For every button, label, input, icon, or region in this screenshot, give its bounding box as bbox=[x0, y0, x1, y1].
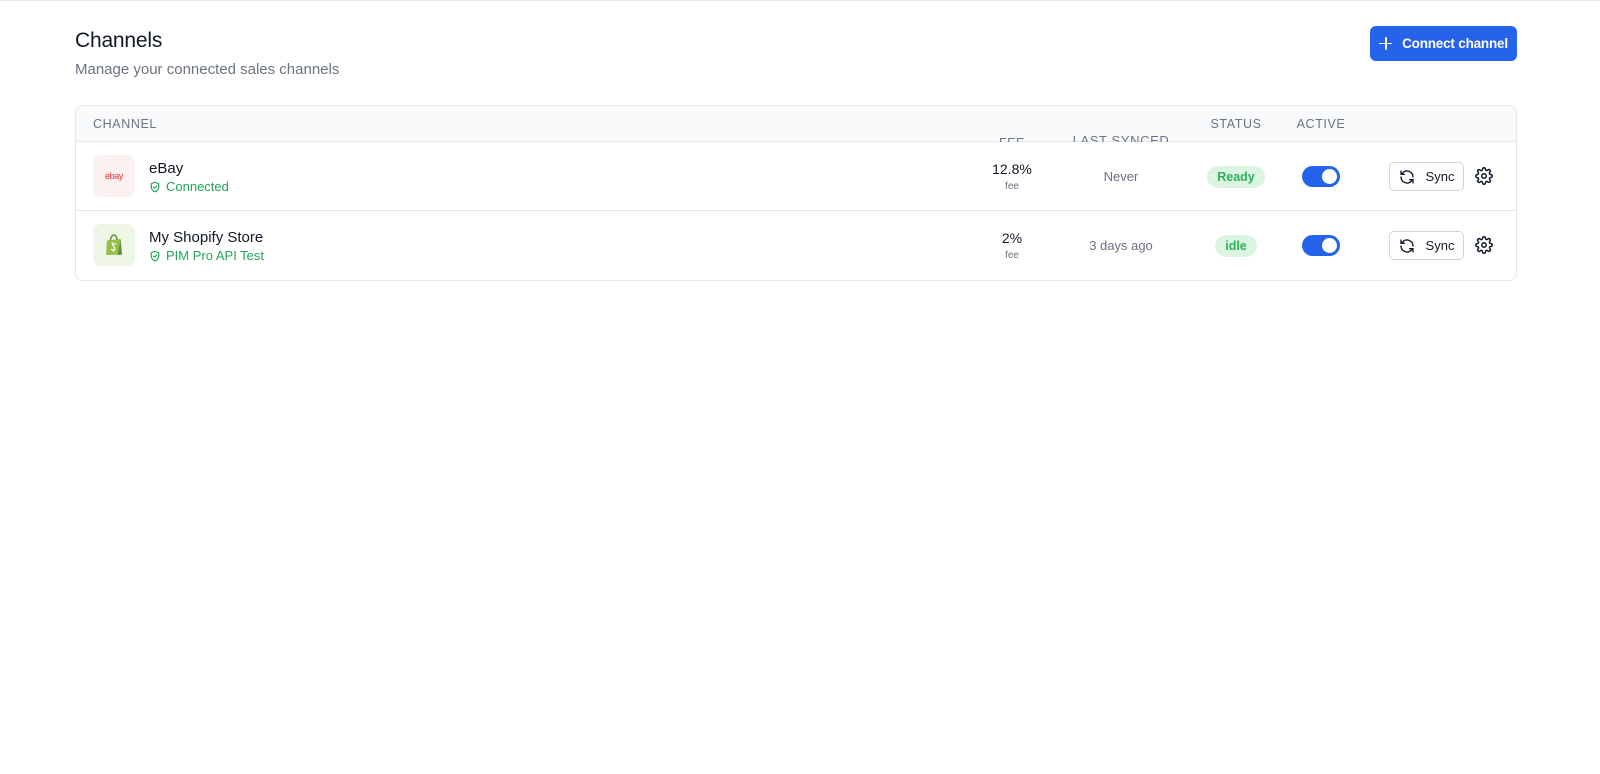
table-row: My Shopify Store PIM Pro API Test 2% fee… bbox=[76, 211, 1516, 280]
status-badge: idle bbox=[1215, 234, 1257, 257]
fee-cell: 12.8% fee bbox=[986, 161, 1038, 192]
last-synced: Never bbox=[1103, 169, 1139, 184]
plus-icon bbox=[1379, 37, 1393, 50]
sync-label: Sync bbox=[1425, 238, 1455, 253]
toggle-knob bbox=[1322, 238, 1337, 253]
fee-cell: 2% fee bbox=[986, 230, 1038, 261]
shopify-logo bbox=[93, 224, 135, 266]
sync-button[interactable]: Sync bbox=[1389, 231, 1464, 260]
shopify-bag-icon bbox=[106, 234, 122, 255]
sync-button[interactable]: Sync bbox=[1389, 162, 1464, 191]
channel-subtitle-text: Connected bbox=[166, 179, 229, 194]
page-subtitle: Manage your connected sales channels bbox=[75, 61, 340, 78]
fee-label: fee bbox=[1005, 250, 1019, 261]
last-synced: 3 days ago bbox=[1089, 238, 1153, 253]
channel-subtitle-text: PIM Pro API Test bbox=[166, 248, 265, 263]
channel-name: eBay bbox=[149, 160, 184, 177]
fee-value: 2% bbox=[1001, 230, 1023, 246]
column-header-channel: Channel bbox=[93, 117, 157, 131]
gear-icon[interactable] bbox=[1475, 167, 1493, 185]
shield-check-icon bbox=[150, 181, 160, 192]
status-cell: idle bbox=[1196, 211, 1276, 280]
fee-value: 12.8% bbox=[992, 161, 1032, 177]
fee-label: fee bbox=[1005, 181, 1019, 192]
ebay-logo: ebay bbox=[93, 155, 135, 197]
channel-name: My Shopify Store bbox=[149, 229, 264, 246]
ebay-logo-text: ebay bbox=[105, 171, 123, 181]
page-header: Channels Manage your connected sales cha… bbox=[75, 0, 1517, 104]
table-header: Channel Fee Last synced Status Active bbox=[76, 106, 1516, 150]
table-row: ebay eBay Connected 12.8% fee Never Read… bbox=[76, 142, 1516, 211]
active-toggle[interactable] bbox=[1302, 235, 1340, 256]
column-header-active: Active bbox=[1296, 117, 1346, 131]
active-toggle[interactable] bbox=[1302, 166, 1340, 187]
channel-subtitle: PIM Pro API Test bbox=[149, 248, 264, 263]
gear-icon[interactable] bbox=[1475, 236, 1493, 254]
page-title: Channels bbox=[75, 29, 163, 52]
refresh-icon bbox=[1399, 169, 1414, 184]
column-header-status: Status bbox=[1210, 117, 1262, 131]
channels-table: Channel Fee Last synced Status Active eb… bbox=[75, 105, 1517, 281]
status-badge: Ready bbox=[1207, 165, 1265, 188]
connect-channel-label: Connect channel bbox=[1402, 36, 1508, 51]
status-cell: Ready bbox=[1196, 142, 1276, 211]
toggle-knob bbox=[1322, 169, 1337, 184]
shield-check-icon bbox=[150, 250, 160, 261]
sync-label: Sync bbox=[1425, 169, 1455, 184]
active-cell bbox=[1281, 211, 1361, 280]
connect-channel-button[interactable]: Connect channel bbox=[1370, 26, 1517, 61]
refresh-icon bbox=[1399, 238, 1414, 253]
active-cell bbox=[1281, 142, 1361, 211]
channels-page: Channels Manage your connected sales cha… bbox=[75, 0, 1517, 281]
channel-subtitle: Connected bbox=[149, 179, 229, 194]
